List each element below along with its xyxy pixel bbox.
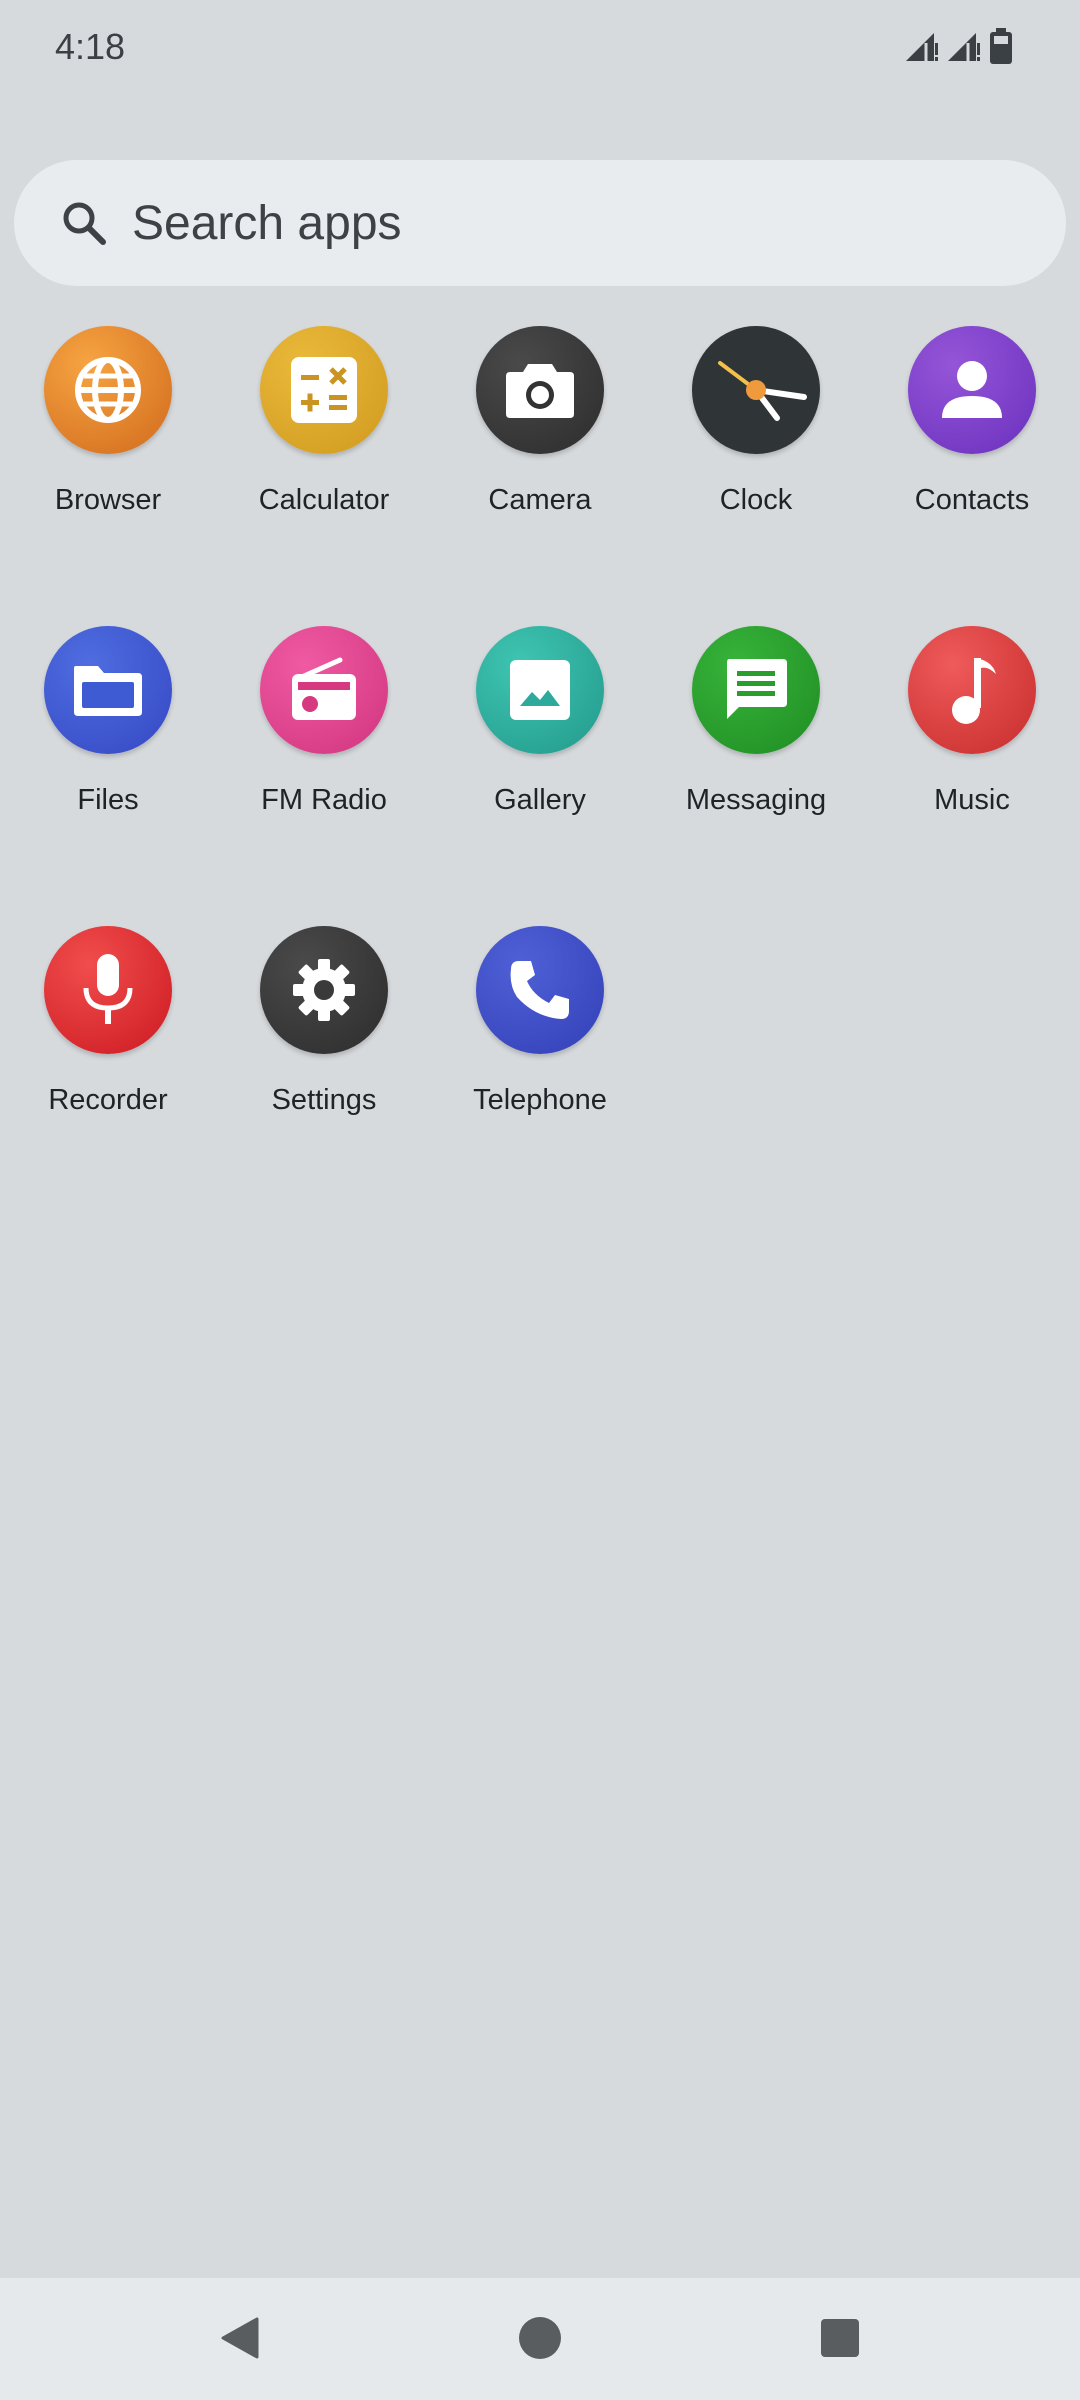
calculator-icon	[260, 326, 388, 454]
app-label: Settings	[271, 1084, 377, 1116]
app-calculator[interactable]: Calculator	[216, 326, 432, 626]
app-grid: Browser Calculator Camera Clock Contacts…	[0, 326, 1080, 1226]
signal-icon	[906, 33, 938, 61]
battery-icon	[990, 28, 1012, 64]
app-music[interactable]: Music	[864, 626, 1080, 926]
status-icons	[904, 28, 1014, 66]
app-label: Camera	[488, 484, 592, 516]
radio-icon	[260, 626, 388, 754]
app-label: Recorder	[48, 1084, 168, 1116]
home-button[interactable]	[510, 2308, 570, 2368]
app-label: Clock	[719, 484, 793, 516]
app-label: Contacts	[914, 484, 1030, 516]
app-camera[interactable]: Camera	[432, 326, 648, 626]
search-icon	[58, 197, 110, 249]
image-icon	[476, 626, 604, 754]
folder-icon	[44, 626, 172, 754]
search-input[interactable]	[130, 194, 934, 252]
status-time: 4:18	[55, 26, 126, 67]
music-note-icon	[908, 626, 1036, 754]
clock-icon	[692, 326, 820, 454]
app-recorder[interactable]: Recorder	[0, 926, 216, 1226]
app-label: Telephone	[473, 1084, 607, 1116]
back-button[interactable]	[210, 2308, 270, 2368]
app-settings[interactable]: Settings	[216, 926, 432, 1226]
phone-icon	[476, 926, 604, 1054]
app-contacts[interactable]: Contacts	[864, 326, 1080, 626]
app-messaging[interactable]: Messaging	[648, 626, 864, 926]
recents-square-icon	[821, 2319, 859, 2357]
status-bar: 4:18	[0, 0, 1080, 100]
app-files[interactable]: Files	[0, 626, 216, 926]
app-label: Gallery	[494, 784, 586, 816]
app-browser[interactable]: Browser	[0, 326, 216, 626]
back-triangle-icon	[221, 2317, 259, 2359]
app-fm-radio[interactable]: FM Radio	[216, 626, 432, 926]
signal-icon	[948, 33, 980, 61]
gear-icon	[260, 926, 388, 1054]
app-label: Browser	[54, 484, 162, 516]
app-gallery[interactable]: Gallery	[432, 626, 648, 926]
recents-button[interactable]	[810, 2308, 870, 2368]
app-telephone[interactable]: Telephone	[432, 926, 648, 1226]
app-label: FM Radio	[261, 784, 387, 816]
app-label: Music	[934, 784, 1010, 816]
person-icon	[908, 326, 1036, 454]
app-label: Calculator	[258, 484, 390, 516]
home-circle-icon	[519, 2317, 561, 2359]
search-bar[interactable]	[14, 160, 1066, 286]
message-icon	[692, 626, 820, 754]
camera-icon	[476, 326, 604, 454]
app-label: Messaging	[685, 784, 827, 816]
microphone-icon	[44, 926, 172, 1054]
globe-icon	[44, 326, 172, 454]
app-clock[interactable]: Clock	[648, 326, 864, 626]
navigation-bar	[0, 2278, 1080, 2400]
app-label: Files	[77, 784, 139, 816]
